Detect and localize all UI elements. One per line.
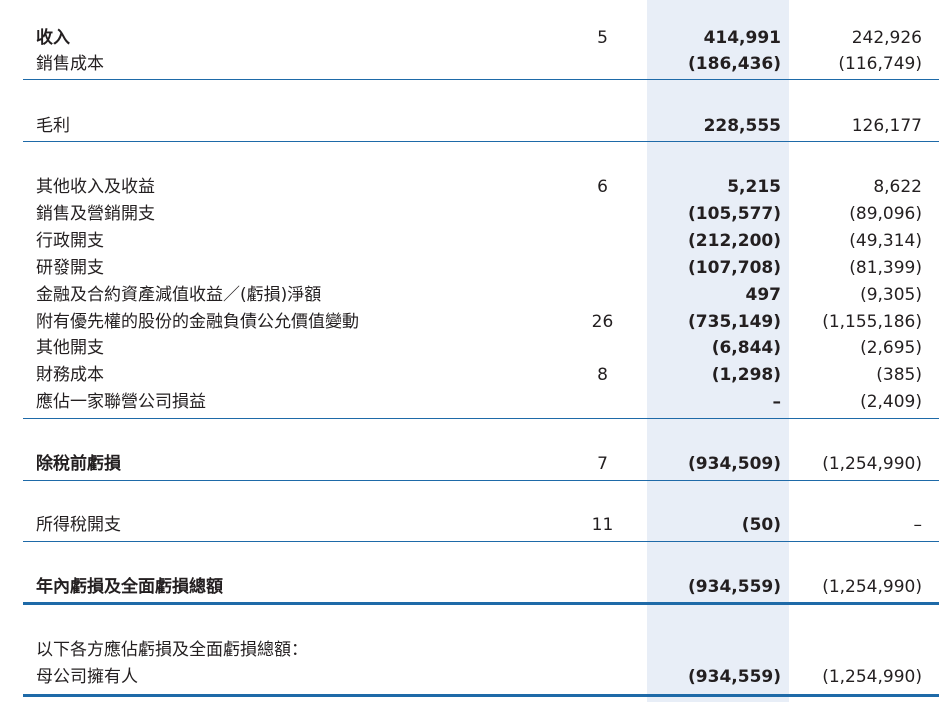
section-rule bbox=[23, 79, 939, 80]
current-year-amount: (105,577) bbox=[688, 203, 781, 224]
current-year-amount: 497 bbox=[745, 284, 782, 305]
table-row: 其他開支 (6,844) (2,695) bbox=[0, 335, 939, 362]
current-year-amount: (6,844) bbox=[711, 337, 781, 358]
prior-year-amount: (1,254,990) bbox=[822, 666, 922, 687]
prior-year-amount: – bbox=[913, 514, 923, 535]
row-label: 收入 bbox=[36, 27, 70, 48]
table-row: 以下各方應佔虧損及全面虧損總額： bbox=[0, 637, 939, 664]
note-ref: 5 bbox=[597, 27, 608, 48]
table-row: 財務成本 8 (1,298) (385) bbox=[0, 362, 939, 389]
current-year-amount: (735,149) bbox=[688, 311, 781, 332]
prior-year-amount: (116,749) bbox=[838, 53, 922, 74]
table-row: 其他收入及收益 6 5,215 8,622 bbox=[0, 174, 939, 201]
current-year-amount: (212,200) bbox=[688, 230, 781, 251]
row-label: 應佔一家聯營公司損益 bbox=[36, 391, 206, 412]
table-row: 附有優先權的股份的金融負債公允價值變動 26 (735,149) (1,155,186… bbox=[0, 309, 939, 336]
row-label: 其他收入及收益 bbox=[36, 176, 155, 197]
row-label: 行政開支 bbox=[36, 230, 104, 251]
row-label: 年內虧損及全面虧損總額 bbox=[36, 576, 223, 597]
section-rule bbox=[23, 541, 939, 542]
note-ref: 6 bbox=[597, 176, 608, 197]
table-row: 母公司擁有人 (934,559) (1,254,990) bbox=[0, 664, 939, 691]
current-year-amount: 228,555 bbox=[703, 115, 781, 136]
table-row: 年內虧損及全面虧損總額 (934,559) (1,254,990) bbox=[0, 574, 939, 601]
table-row: 收入 5 414,991 242,926 bbox=[0, 25, 939, 52]
row-label: 母公司擁有人 bbox=[36, 666, 138, 687]
note-ref: 11 bbox=[591, 514, 614, 535]
table-row: 所得稅開支 11 (50) – bbox=[0, 512, 939, 539]
table-row: 銷售成本 (186,436) (116,749) bbox=[0, 51, 939, 78]
total-rule bbox=[23, 602, 939, 605]
table-row: 金融及合約資產減值收益／(虧損)淨額 497 (9,305) bbox=[0, 282, 939, 309]
prior-year-amount: (385) bbox=[876, 364, 922, 385]
prior-year-amount: (1,254,990) bbox=[822, 576, 922, 597]
note-ref: 26 bbox=[591, 311, 614, 332]
prior-year-amount: (81,399) bbox=[849, 257, 922, 278]
current-year-amount: (934,559) bbox=[688, 666, 781, 687]
prior-year-amount: (2,409) bbox=[860, 391, 922, 412]
table-row: 毛利 228,555 126,177 bbox=[0, 113, 939, 140]
prior-year-amount: (9,305) bbox=[860, 284, 922, 305]
prior-year-amount: (1,155,186) bbox=[822, 311, 922, 332]
row-label: 所得稅開支 bbox=[36, 514, 121, 535]
section-rule bbox=[23, 418, 939, 419]
total-rule bbox=[23, 694, 939, 697]
current-year-amount: 5,215 bbox=[727, 176, 781, 197]
current-year-amount: 414,991 bbox=[703, 27, 781, 48]
prior-year-amount: (49,314) bbox=[849, 230, 922, 251]
current-year-amount: (934,509) bbox=[688, 453, 781, 474]
row-label: 財務成本 bbox=[36, 364, 104, 385]
prior-year-amount: (2,695) bbox=[860, 337, 922, 358]
table-row: 研發開支 (107,708) (81,399) bbox=[0, 255, 939, 282]
prior-year-amount: 242,926 bbox=[851, 27, 922, 48]
row-label: 除稅前虧損 bbox=[36, 453, 121, 474]
prior-year-amount: 8,622 bbox=[873, 176, 922, 197]
row-label: 以下各方應佔虧損及全面虧損總額： bbox=[36, 639, 308, 660]
row-label: 銷售及營銷開支 bbox=[36, 203, 155, 224]
income-statement-table: 收入 5 414,991 242,926 銷售成本 (186,436) (116,749)… bbox=[0, 0, 939, 702]
table-row: 除稅前虧損 7 (934,509) (1,254,990) bbox=[0, 451, 939, 478]
row-label: 其他開支 bbox=[36, 337, 104, 358]
row-label: 附有優先權的股份的金融負債公允價值變動 bbox=[36, 311, 359, 332]
section-rule bbox=[23, 141, 939, 142]
note-ref: 8 bbox=[597, 364, 608, 385]
current-year-amount: – bbox=[772, 391, 782, 412]
row-label: 銷售成本 bbox=[36, 53, 104, 74]
table-row: 銷售及營銷開支 (105,577) (89,096) bbox=[0, 201, 939, 228]
prior-year-amount: (1,254,990) bbox=[822, 453, 922, 474]
prior-year-amount: 126,177 bbox=[851, 115, 922, 136]
row-label: 毛利 bbox=[36, 115, 70, 136]
note-ref: 7 bbox=[597, 453, 608, 474]
row-label: 金融及合約資產減值收益／(虧損)淨額 bbox=[36, 284, 322, 305]
current-year-amount: (1,298) bbox=[711, 364, 781, 385]
current-year-amount: (934,559) bbox=[688, 576, 781, 597]
current-year-amount: (107,708) bbox=[688, 257, 781, 278]
row-label: 研發開支 bbox=[36, 257, 104, 278]
section-rule bbox=[23, 480, 939, 481]
table-row: 應佔一家聯營公司損益 – (2,409) bbox=[0, 389, 939, 416]
current-year-amount: (50) bbox=[741, 514, 781, 535]
table-row: 行政開支 (212,200) (49,314) bbox=[0, 228, 939, 255]
current-year-amount: (186,436) bbox=[688, 53, 781, 74]
prior-year-amount: (89,096) bbox=[849, 203, 922, 224]
